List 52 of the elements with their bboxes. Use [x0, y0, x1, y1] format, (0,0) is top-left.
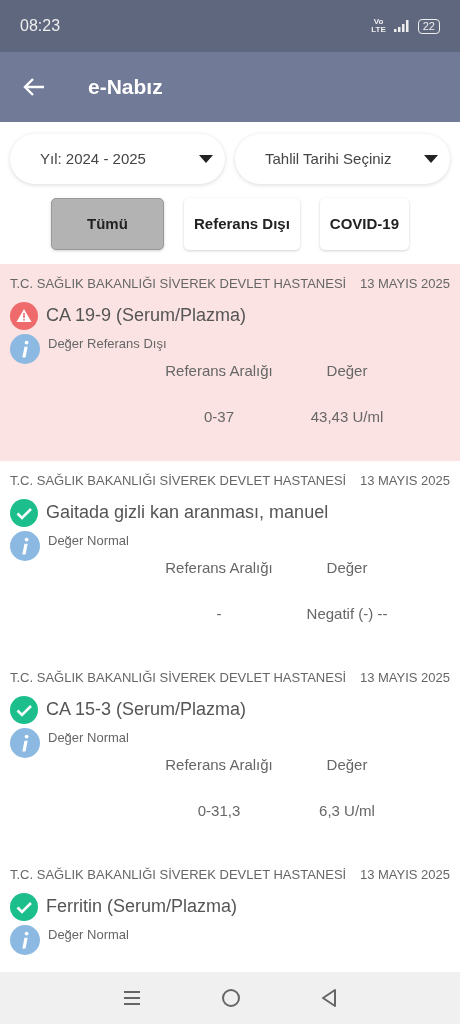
menu-icon[interactable] [123, 990, 141, 1006]
info-icon [10, 333, 40, 364]
battery-icon: 22 [417, 18, 440, 34]
range-value: 0-31,3 [196, 801, 242, 821]
back-nav-icon[interactable] [321, 988, 337, 1008]
range-value: 0-37 [203, 407, 235, 427]
hospital-name: T.C. SAĞLIK BAKANLIĞI SİVEREK DEVLET HASTANESİ [10, 275, 347, 293]
status-text: Değer Normal [48, 728, 129, 747]
check-icon [10, 498, 38, 527]
result-value: Negatif (-) -- [305, 604, 389, 624]
column-header: Değer [325, 557, 369, 578]
column-header: Referans Aralığı [164, 360, 274, 381]
test-name: Gaitada gizli kan aranması, manuel [46, 501, 329, 524]
column-header: Referans Aralığı [164, 754, 274, 775]
filter-tab[interactable]: Tümü [50, 198, 164, 250]
hospital-name: T.C. SAĞLIK BAKANLIĞI SİVEREK DEVLET HASTANESİ [10, 669, 347, 687]
result-date: 13 MAYIS 2025 [359, 866, 450, 884]
dropdown[interactable]: Yıl: 2024 - 2025 [10, 134, 225, 184]
dropdown[interactable]: Tahlil Tarihi Seçiniz [235, 134, 450, 184]
column-header: Değer [325, 754, 369, 775]
info-icon [10, 530, 40, 561]
network-label: Vo LTE [371, 18, 386, 34]
hospital-name: T.C. SAĞLIK BAKANLIĞI SİVEREK DEVLET HASTANESİ [10, 472, 347, 490]
result-date: 13 MAYIS 2025 [359, 669, 450, 687]
check-icon [10, 892, 38, 921]
caret-icon [199, 155, 213, 163]
check-icon [10, 695, 38, 724]
clock: 08:23 [20, 16, 61, 36]
test-name: CA 15-3 (Serum/Plazma) [46, 698, 247, 721]
column-header: Değer [325, 360, 369, 381]
result-date: 13 MAYIS 2025 [359, 472, 450, 490]
result-value: 6,3 U/ml [318, 801, 376, 821]
info-icon [10, 727, 40, 758]
test-name: Ferritin (Serum/Plazma) [46, 895, 238, 918]
filter-tab[interactable]: Referans Dışı [183, 198, 300, 250]
info-icon [10, 924, 40, 955]
result-value: 43,43 U/ml [309, 407, 385, 427]
hospital-name: T.C. SAĞLIK BAKANLIĞI SİVEREK DEVLET HASTANESİ [10, 866, 347, 884]
back-icon[interactable] [22, 77, 46, 97]
range-value: - [215, 604, 223, 624]
status-text: Değer Referans Dışı [48, 334, 167, 353]
caret-icon [424, 155, 438, 163]
test-name: CA 19-9 (Serum/Plazma) [46, 304, 247, 327]
home-icon[interactable] [221, 988, 241, 1008]
filter-tab[interactable]: COVID-19 [319, 198, 410, 250]
signal-icon [393, 20, 410, 32]
warning-icon [10, 301, 38, 330]
result-date: 13 MAYIS 2025 [359, 275, 450, 293]
column-header: Referans Aralığı [164, 557, 274, 578]
app-title: e-Nabız [88, 74, 163, 101]
status-text: Değer Normal [48, 531, 129, 550]
status-text: Değer Normal [48, 925, 129, 944]
